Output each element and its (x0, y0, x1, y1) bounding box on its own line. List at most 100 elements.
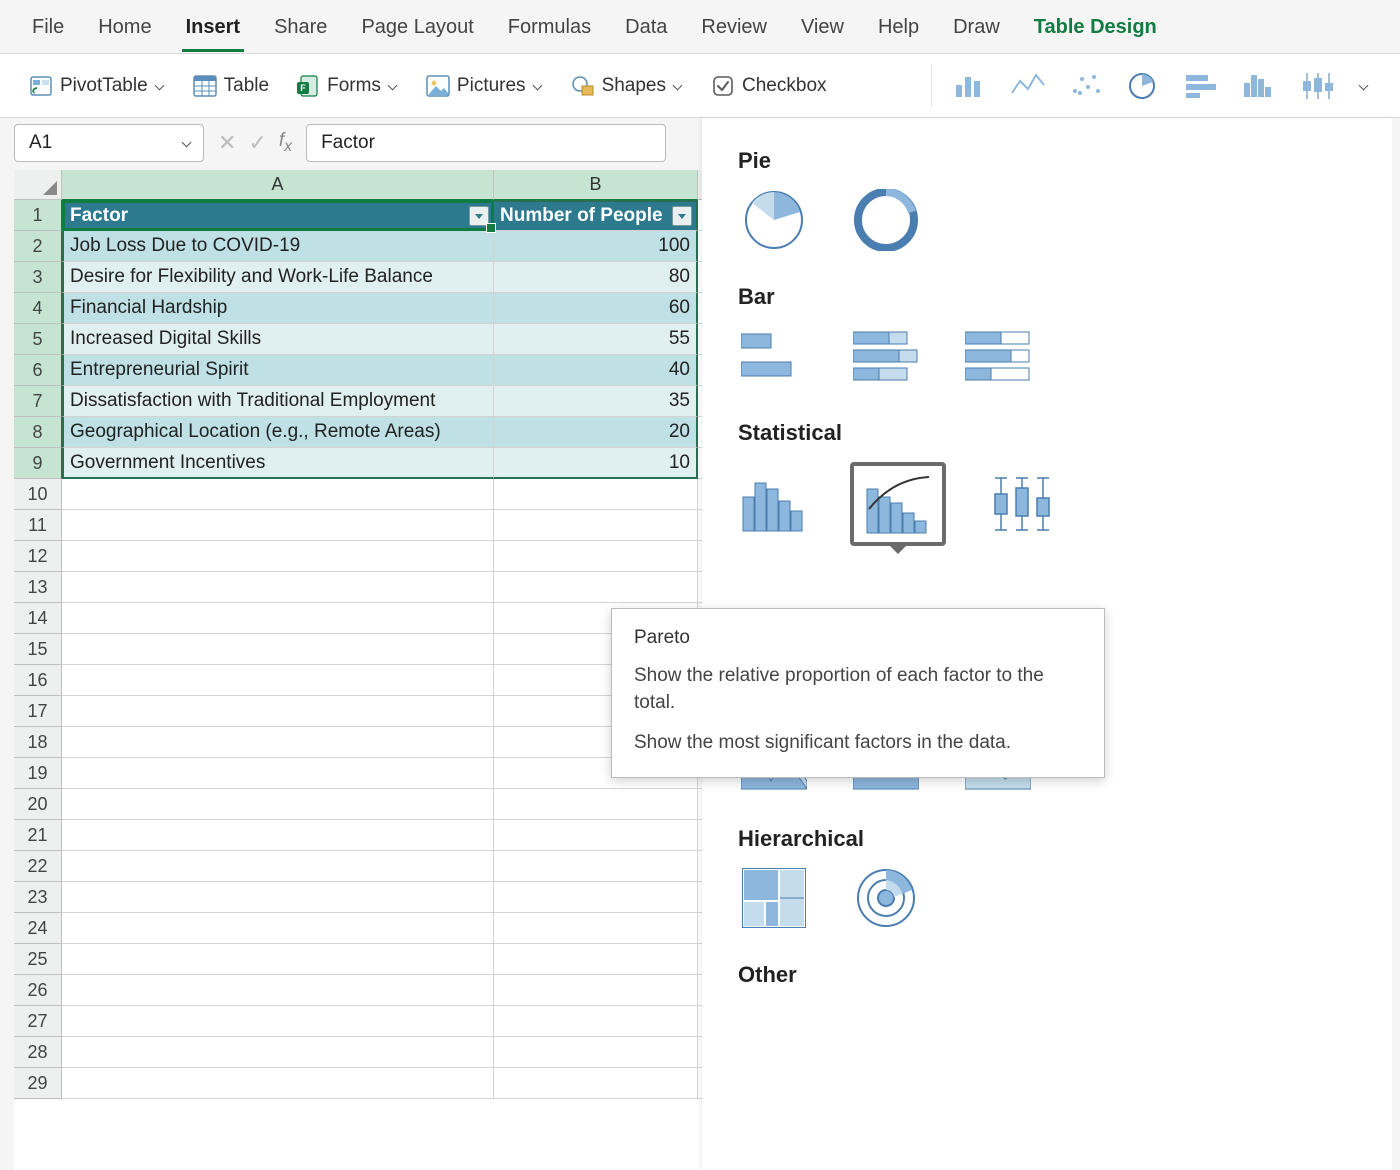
tab-share[interactable]: Share (272, 10, 329, 51)
box-whisker-option[interactable] (986, 474, 1058, 534)
row-header[interactable]: 7 (14, 386, 62, 417)
cell-factor[interactable]: Job Loss Due to COVID-19 (62, 231, 494, 262)
cell-empty[interactable] (494, 789, 698, 820)
cell-empty[interactable] (62, 510, 494, 541)
filter-button[interactable] (469, 206, 489, 226)
cell-empty[interactable] (494, 913, 698, 944)
row-header[interactable]: 15 (14, 634, 62, 665)
cell-empty[interactable] (62, 572, 494, 603)
row-header[interactable]: 14 (14, 603, 62, 634)
row-header[interactable]: 9 (14, 448, 62, 479)
tab-page-layout[interactable]: Page Layout (359, 10, 475, 51)
cell-factor[interactable]: Increased Digital Skills (62, 324, 494, 355)
tab-table-design[interactable]: Table Design (1032, 10, 1159, 51)
row-header[interactable]: 8 (14, 417, 62, 448)
row-header[interactable]: 5 (14, 324, 62, 355)
cell-empty[interactable] (494, 975, 698, 1006)
cancel-icon[interactable]: ✕ (218, 130, 236, 156)
cell-empty[interactable] (62, 758, 494, 789)
cell-empty[interactable] (62, 882, 494, 913)
row-header[interactable]: 20 (14, 789, 62, 820)
pareto-option[interactable] (850, 462, 946, 546)
histogram-chart-icon[interactable] (1242, 71, 1280, 101)
row-header[interactable]: 2 (14, 231, 62, 262)
cell-value[interactable]: 10 (494, 448, 698, 479)
pie-chart-icon[interactable] (1126, 71, 1164, 101)
cell-empty[interactable] (62, 603, 494, 634)
row-header[interactable]: 18 (14, 727, 62, 758)
cell-empty[interactable] (62, 913, 494, 944)
row-header[interactable]: 1 (14, 200, 62, 231)
row-header[interactable]: 10 (14, 479, 62, 510)
cell-empty[interactable] (494, 541, 698, 572)
row-header[interactable]: 12 (14, 541, 62, 572)
confirm-icon[interactable]: ✓ (248, 130, 266, 156)
sunburst-option[interactable] (850, 868, 922, 928)
scatter-chart-icon[interactable] (1068, 71, 1106, 101)
cell-factor[interactable]: Desire for Flexibility and Work-Life Bal… (62, 262, 494, 293)
row-header[interactable]: 4 (14, 293, 62, 324)
histogram-option[interactable] (738, 474, 810, 534)
shapes-button[interactable]: Shapes (566, 69, 688, 103)
row-header[interactable]: 11 (14, 510, 62, 541)
cell-empty[interactable] (494, 1006, 698, 1037)
row-header[interactable]: 27 (14, 1006, 62, 1037)
cell-value[interactable]: 60 (494, 293, 698, 324)
stacked-bar-100-option[interactable] (962, 326, 1034, 386)
cell-empty[interactable] (494, 882, 698, 913)
tab-help[interactable]: Help (876, 10, 921, 51)
select-all-corner[interactable] (14, 170, 62, 200)
row-header[interactable]: 29 (14, 1068, 62, 1099)
tab-home[interactable]: Home (96, 10, 153, 51)
cell-empty[interactable] (494, 820, 698, 851)
row-header[interactable]: 19 (14, 758, 62, 789)
cell-empty[interactable] (62, 820, 494, 851)
boxwhisker-chart-icon[interactable] (1300, 71, 1338, 101)
checkbox-button[interactable]: Checkbox (706, 69, 831, 103)
cell-value[interactable]: 100 (494, 231, 698, 262)
row-header[interactable]: 22 (14, 851, 62, 882)
cell-empty[interactable] (62, 665, 494, 696)
row-header[interactable]: 28 (14, 1037, 62, 1068)
cell-empty[interactable] (62, 479, 494, 510)
pie-chart-option[interactable] (738, 190, 810, 250)
chart-more-chevron[interactable] (1358, 80, 1370, 92)
forms-button[interactable]: F Forms (291, 69, 403, 103)
cell-empty[interactable] (62, 1068, 494, 1099)
cell-empty[interactable] (62, 1037, 494, 1068)
filter-button[interactable] (672, 206, 692, 226)
stacked-bar-option[interactable] (850, 326, 922, 386)
doughnut-chart-option[interactable] (850, 190, 922, 250)
cell-empty[interactable] (494, 1037, 698, 1068)
pivot-table-button[interactable]: PivotTable (24, 69, 170, 103)
tab-draw[interactable]: Draw (951, 10, 1002, 51)
cell-factor[interactable]: Entrepreneurial Spirit (62, 355, 494, 386)
cell-empty[interactable] (62, 727, 494, 758)
row-header[interactable]: 3 (14, 262, 62, 293)
fx-icon[interactable]: fx (279, 130, 292, 156)
cell-empty[interactable] (62, 634, 494, 665)
cell-empty[interactable] (62, 1006, 494, 1037)
tab-view[interactable]: View (799, 10, 846, 51)
tab-file[interactable]: File (30, 10, 66, 51)
cell-value[interactable]: 40 (494, 355, 698, 386)
pictures-button[interactable]: Pictures (421, 69, 548, 103)
cell-value[interactable]: 35 (494, 386, 698, 417)
cell-value[interactable]: 55 (494, 324, 698, 355)
cell-empty[interactable] (62, 851, 494, 882)
column-chart-icon[interactable] (952, 71, 990, 101)
table-button[interactable]: Table (188, 69, 273, 103)
cell-value[interactable]: 20 (494, 417, 698, 448)
treemap-option[interactable] (738, 868, 810, 928)
cell-empty[interactable] (62, 696, 494, 727)
column-header-A[interactable]: A (62, 170, 494, 200)
row-header[interactable]: 17 (14, 696, 62, 727)
cell-empty[interactable] (494, 572, 698, 603)
tab-formulas[interactable]: Formulas (506, 10, 593, 51)
name-box[interactable]: A1 (14, 124, 204, 162)
table-header-number[interactable]: Number of People (494, 200, 698, 231)
formula-input[interactable]: Factor (306, 124, 666, 162)
cell-factor[interactable]: Dissatisfaction with Traditional Employm… (62, 386, 494, 417)
line-chart-icon[interactable] (1010, 71, 1048, 101)
cell-factor[interactable]: Financial Hardship (62, 293, 494, 324)
